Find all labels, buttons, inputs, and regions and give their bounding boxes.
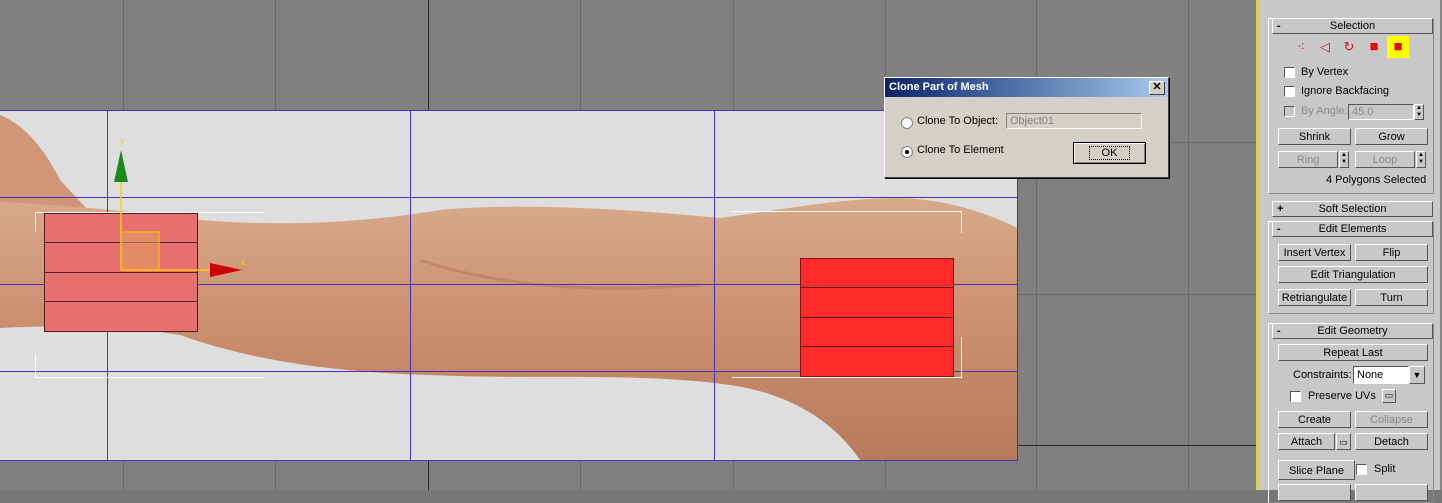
clone-to-element-radio[interactable] <box>901 146 913 158</box>
selection-rollout-header[interactable]: - Selection <box>1272 18 1433 34</box>
chevron-down-icon[interactable]: ▼ <box>1409 366 1425 384</box>
border-icon[interactable]: ↻ <box>1340 38 1358 56</box>
cloned-element-polygons[interactable] <box>44 213 198 332</box>
expand-icon: + <box>1277 203 1284 215</box>
soft-selection-rollout-header[interactable]: + Soft Selection <box>1272 201 1433 217</box>
edge-icon[interactable]: ◁ <box>1316 38 1334 56</box>
grid-line <box>1188 0 1189 490</box>
selection-bracket <box>732 211 962 212</box>
create-button[interactable]: Create <box>1278 411 1351 428</box>
selection-bracket <box>732 377 962 378</box>
selection-bracket <box>961 337 962 377</box>
dialog-title: Clone Part of Mesh <box>889 81 989 93</box>
x-axis-label: x <box>241 257 246 267</box>
attach-list-icon[interactable]: ▭ <box>1336 433 1351 450</box>
selection-status: 4 Polygons Selected <box>1326 174 1427 186</box>
edit-elements-rollout-header[interactable]: - Edit Elements <box>1272 221 1433 237</box>
command-panel: - Selection ⁖ ◁ ↻ ■ ■ By Vertex Ignore B… <box>1256 0 1442 503</box>
edit-geometry-rollout-header[interactable]: - Edit Geometry <box>1272 323 1433 339</box>
element-icon[interactable]: ■ <box>1387 36 1409 58</box>
rollout-title: Selection <box>1329 20 1376 32</box>
polygon-edge <box>45 272 197 273</box>
collapse-icon: - <box>1277 223 1281 235</box>
by-angle-checkbox[interactable] <box>1284 106 1295 117</box>
selection-bracket <box>35 355 36 377</box>
selection-bracket <box>961 211 962 233</box>
ignore-backfacing-label: Ignore Backfacing <box>1301 85 1390 97</box>
by-angle-input[interactable]: 45.0 <box>1348 104 1414 120</box>
collapse-button[interactable]: Collapse <box>1355 411 1428 428</box>
shrink-button[interactable]: Shrink <box>1278 128 1351 145</box>
slice-plane-button[interactable]: Slice Plane <box>1278 460 1355 480</box>
polygon-icon[interactable]: ■ <box>1365 38 1383 56</box>
rollout-title: Edit Geometry <box>1317 325 1388 337</box>
by-vertex-checkbox[interactable] <box>1284 67 1295 78</box>
polygon-edge <box>801 317 953 318</box>
polygon-edge <box>45 242 197 243</box>
spinner-arrows-icon[interactable]: ▲ ▼ <box>1414 104 1424 120</box>
reset-plane-button[interactable] <box>1355 484 1428 501</box>
rollout-title: Soft Selection <box>1318 203 1387 215</box>
turn-button[interactable]: Turn <box>1355 289 1428 306</box>
repeat-last-button[interactable]: Repeat Last <box>1278 344 1428 361</box>
clone-to-element-label: Clone To Element <box>917 144 1004 156</box>
clone-to-object-label: Clone To Object: <box>917 115 999 127</box>
selection-bracket <box>35 212 36 232</box>
loop-spinner-icon[interactable]: ▲ ▼ <box>1416 151 1426 168</box>
ok-button-label: OK <box>1088 146 1131 160</box>
close-icon[interactable]: ✕ <box>1149 81 1165 95</box>
ignore-backfacing-checkbox[interactable] <box>1284 86 1295 97</box>
edit-triangulation-button[interactable]: Edit Triangulation <box>1278 266 1428 283</box>
split-checkbox[interactable] <box>1356 464 1367 475</box>
selected-polygons[interactable] <box>800 258 954 377</box>
grow-button[interactable]: Grow <box>1355 128 1428 145</box>
flip-button[interactable]: Flip <box>1355 244 1428 261</box>
clone-to-object-radio[interactable] <box>901 117 913 129</box>
rollout-title: Edit Elements <box>1318 223 1387 235</box>
perspective-viewport[interactable]: y x <box>0 0 1256 490</box>
vertex-icon[interactable]: ⁖ <box>1292 38 1310 56</box>
insert-vertex-button[interactable]: Insert Vertex <box>1278 244 1351 261</box>
clone-part-of-mesh-dialog: Clone Part of Mesh ✕ Clone To Object: Cl… <box>884 77 1169 178</box>
by-vertex-label: By Vertex <box>1301 66 1349 78</box>
preserve-uvs-label: Preserve UVs <box>1308 390 1376 402</box>
y-axis-label: y <box>120 136 125 146</box>
grid-line <box>1036 0 1037 490</box>
settings-icon[interactable]: ▭ <box>1382 389 1396 403</box>
split-label: Split <box>1374 463 1396 475</box>
polygon-edge <box>801 346 953 347</box>
detach-button[interactable]: Detach <box>1355 433 1428 450</box>
polygon-edge <box>801 287 953 288</box>
ring-button[interactable]: Ring <box>1278 151 1338 168</box>
attach-button[interactable]: Attach <box>1278 433 1335 450</box>
by-angle-label: By Angle: <box>1301 105 1348 117</box>
collapse-icon: - <box>1277 20 1281 32</box>
constraints-dropdown[interactable]: None <box>1353 366 1409 384</box>
polygon-edge <box>45 301 197 302</box>
selection-bracket <box>35 377 265 378</box>
loop-button[interactable]: Loop <box>1355 151 1415 168</box>
preserve-uvs-checkbox[interactable] <box>1290 391 1301 402</box>
slice-button[interactable] <box>1278 484 1351 501</box>
ring-spinner-icon[interactable]: ▲ ▼ <box>1339 151 1349 168</box>
ok-button[interactable]: OK <box>1073 142 1146 164</box>
object-name-input[interactable] <box>1006 113 1142 129</box>
retriangulate-button[interactable]: Retriangulate <box>1278 289 1351 306</box>
constraints-label: Constraints: <box>1293 369 1352 381</box>
collapse-icon: - <box>1277 325 1281 337</box>
dialog-titlebar[interactable]: Clone Part of Mesh ✕ <box>885 78 1168 97</box>
